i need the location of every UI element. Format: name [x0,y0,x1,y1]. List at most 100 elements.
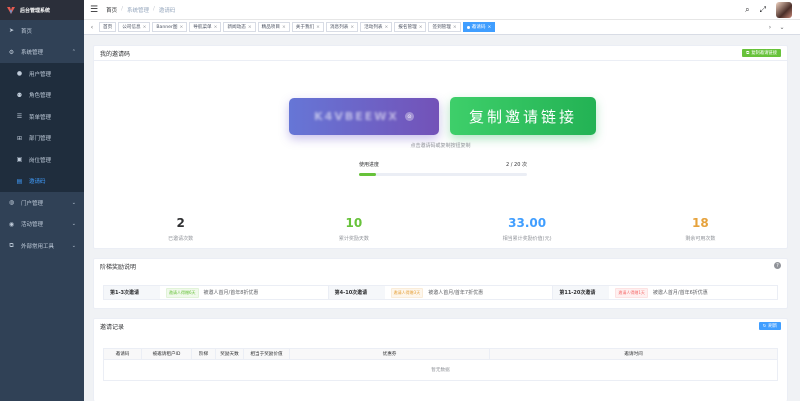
records-title: 邀请记录 [100,324,125,331]
tag-label: 报名管理 [398,25,417,30]
gear-icon: ⚙ [8,48,15,56]
close-icon[interactable]: × [214,25,218,30]
tag-item[interactable]: 精品项目 × [257,22,290,32]
stat-value: 10 [345,216,363,230]
sidebar-item-label: 系统管理 [21,50,44,57]
sidebar-item[interactable]: ⚙ 系统管理 ⌃ [0,42,84,64]
sidebar-item[interactable]: ▤ 邀请码 [0,170,84,192]
close-icon[interactable]: × [453,25,457,30]
stat-item: 10 累计奖励天数 [267,216,440,242]
tag-item[interactable]: 活动列表 × [360,22,393,32]
sidebar-item[interactable]: ▣ 岗位管理 [0,149,84,171]
records-table: 邀请码 被邀请租户ID 阶梯 奖励天数 相当于奖励价值 优惠券 邀请时间 暂无数据 [103,348,778,381]
sidebar-item[interactable]: ◍ 门户管理 ⌄ [0,192,84,214]
refresh-button[interactable]: ↻ 刷新 [758,322,781,330]
stats-row: 2 已邀请次数 10 累计奖励天数 33.00 相当累计奖励价值(元) 18 剩余可用次数 [94,216,787,242]
invite-code-box[interactable]: K4VBEEWX ⊙ [289,98,439,135]
sidebar-item-label: 菜单管理 [29,114,52,121]
close-icon[interactable]: × [143,25,147,30]
chat-icon: ◉ [8,220,15,228]
tier-description: 被邀人首月/首年6折优惠 [652,290,708,296]
close-icon[interactable]: × [385,25,389,30]
close-icon[interactable]: × [282,25,286,30]
tier-reward-badge: 邀请人得赠3天 [390,287,424,298]
sidebar-item[interactable]: ⊞ 部门管理 [0,127,84,149]
tag-item[interactable]: 签到管理 × [428,22,461,32]
stat-label: 相当累计奖励价值(元) [502,236,552,242]
top-navbar: ☰ 首页 / 系统管理 / 邀请码 ⌕ ⤢ [84,0,800,20]
tag-item[interactable]: 首页 [99,22,117,32]
chevron-down-icon: ⌄ [71,242,76,249]
tier-reward-badge: 邀请人得赠6天 [166,287,199,298]
tier-rules-header: 阶梯奖励说明 ? [94,259,787,274]
sidebar-item-label: 首页 [21,28,33,35]
stat-item: 33.00 相当累计奖励价值(元) [441,216,614,242]
tags-scroll-left-icon[interactable]: ‹ [88,24,96,31]
sidebar-item[interactable]: ⚉ 角色管理 [0,84,84,106]
sidebar-item-label: 部门管理 [29,136,52,143]
sidebar-item[interactable]: ☰ 菜单管理 [0,106,84,128]
tag-item[interactable]: 报名管理 × [394,22,427,32]
document-icon: ▤ [16,177,23,185]
sidebar-item[interactable]: ➤ 首页 [0,20,84,42]
app-logo[interactable]: 后台管理系统 [0,0,84,20]
breadcrumb-section: 系统管理 [126,7,149,14]
sidebar-item[interactable]: ● 用户管理 [0,63,84,85]
column-header: 相当于奖励价值 [243,348,290,360]
tags-scroll-right-icon[interactable]: › [766,24,774,31]
invite-code-card: 我的邀请码 ⧉ 复制邀请链接 K4VBEEWX ⊙ 复制邀请链接 点击邀请码或复… [93,45,788,249]
user-icon: ● [16,70,23,78]
tag-item[interactable]: 邀请码 × [462,22,496,32]
records-header: 邀请记录 ↻ 刷新 [94,319,787,334]
tag-label: 公司信息 [122,25,141,30]
copy-invite-link-small-label: 复制邀请链接 [751,51,777,56]
stat-value: 33.00 [508,216,547,230]
refresh-label: 刷新 [768,324,777,329]
breadcrumb-current: 邀请码 [158,7,176,14]
tag-item[interactable]: 关于我们 × [291,22,324,32]
tier-reward-badge: 邀请人得赠1天 [615,287,648,298]
sidebar-item[interactable]: ⧉ 外部常用工具 ⌄ [0,235,84,257]
breadcrumb-home[interactable]: 首页 [106,6,117,14]
send-icon: ➤ [8,27,15,35]
avatar[interactable] [776,2,792,18]
tag-item[interactable]: 消息列表 × [325,22,359,32]
close-icon[interactable]: × [487,25,491,30]
logo-icon [7,7,15,14]
close-icon[interactable]: × [419,25,423,30]
tag-item[interactable]: Banner图 × [152,22,188,32]
tags-view: ‹ 首页 公司信息 × Banner图 × 导航菜单 × 新闻动态 × 精品项目 × 关于我们 × 消息列… [84,20,800,35]
fullscreen-icon[interactable]: ⤢ [760,5,766,15]
list-icon: ☰ [16,113,23,121]
close-icon[interactable]: × [350,25,354,30]
tag-label: 首页 [103,25,113,30]
usage-progress-fill [359,173,376,176]
tags-menu-icon[interactable]: ⌄ [778,24,786,31]
column-header: 邀请时间 [489,348,778,360]
app-title: 后台管理系统 [20,7,51,14]
stat-label: 已邀请次数 [168,236,194,242]
tier-list: 第1-3次邀请 邀请人得赠6天 被邀人首月/首年8折优惠 第4-10次邀请 邀请人得赠3… [103,285,778,300]
close-icon[interactable]: × [316,25,320,30]
search-icon[interactable]: ⌕ [745,5,749,15]
usage-progress-bar [359,173,527,176]
tier-item: 第1-3次邀请 邀请人得赠6天 被邀人首月/首年8折优惠 [104,286,329,299]
table-header-row: 邀请码 被邀请租户ID 阶梯 奖励天数 相当于奖励价值 优惠券 邀请时间 [103,348,778,360]
copy-invite-link-small-button[interactable]: ⧉ 复制邀请链接 [742,49,781,57]
breadcrumb-separator: / [121,5,123,12]
usage-value: 2 / 20 次 [506,162,527,168]
copy-invite-link-button[interactable]: 复制邀请链接 [450,97,596,135]
tag-item[interactable]: 导航菜单 × [189,22,222,32]
close-icon[interactable]: × [179,25,183,30]
tag-label: 精品项目 [261,25,280,30]
close-icon[interactable]: × [248,25,252,30]
refresh-icon: ↻ [762,323,767,329]
tree-icon: ⊞ [16,134,23,142]
question-icon[interactable]: ? [774,262,781,269]
globe-icon: ◍ [8,199,15,207]
hamburger-icon[interactable]: ☰ [90,5,98,15]
tag-item[interactable]: 公司信息 × [118,22,151,32]
stat-item: 18 剩余可用次数 [614,216,787,242]
sidebar-item[interactable]: ◉ 活动管理 ⌄ [0,214,84,236]
tag-item[interactable]: 新闻动态 × [223,22,256,32]
